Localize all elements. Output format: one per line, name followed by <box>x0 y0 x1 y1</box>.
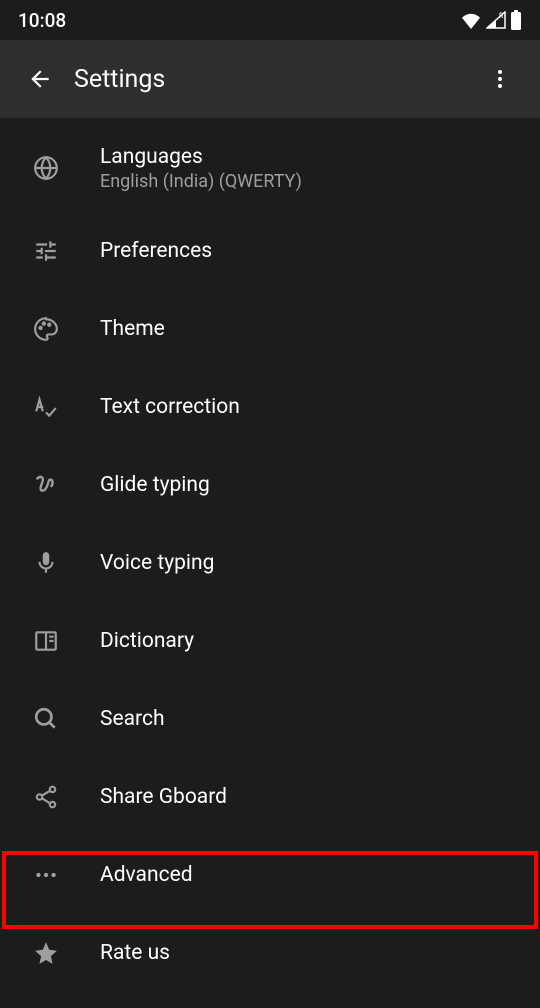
list-item-dictionary[interactable]: Dictionary <box>0 602 540 680</box>
app-bar: Settings <box>0 40 540 118</box>
palette-icon <box>32 315 60 343</box>
book-icon <box>32 627 60 655</box>
item-title: Glide typing <box>100 473 210 497</box>
item-title: Rate us <box>100 941 170 965</box>
list-item-advanced[interactable]: Advanced <box>0 836 540 914</box>
item-title: Dictionary <box>100 629 194 653</box>
app-bar-title: Settings <box>74 65 476 94</box>
list-item-text-correction[interactable]: Text correction <box>0 368 540 446</box>
mic-icon <box>32 549 60 577</box>
wifi-icon <box>460 11 482 29</box>
item-title: Preferences <box>100 239 212 263</box>
more-horizontal-icon <box>32 861 60 889</box>
item-title: Voice typing <box>100 551 214 575</box>
status-icons: R <box>460 10 522 30</box>
item-title: Text correction <box>100 395 240 419</box>
battery-icon <box>510 10 522 30</box>
item-title: Advanced <box>100 863 193 887</box>
item-title: Theme <box>100 317 165 341</box>
item-title: Languages <box>100 145 302 169</box>
item-title: Search <box>100 707 165 731</box>
list-item-search[interactable]: Search <box>0 680 540 758</box>
back-button[interactable] <box>16 55 64 103</box>
list-item-theme[interactable]: Theme <box>0 290 540 368</box>
text-check-icon <box>32 393 60 421</box>
search-icon <box>32 705 60 733</box>
list-item-rate-us[interactable]: Rate us <box>0 914 540 992</box>
settings-list: Languages English (India) (QWERTY) Prefe… <box>0 118 540 992</box>
list-item-voice-typing[interactable]: Voice typing <box>0 524 540 602</box>
sliders-icon <box>32 237 60 265</box>
signal-icon: R <box>486 11 506 29</box>
list-item-preferences[interactable]: Preferences <box>0 212 540 290</box>
gesture-icon <box>32 471 60 499</box>
list-item-languages[interactable]: Languages English (India) (QWERTY) <box>0 124 540 212</box>
svg-text:R: R <box>499 12 504 20</box>
overflow-menu-button[interactable] <box>476 55 524 103</box>
status-time: 10:08 <box>18 9 66 32</box>
globe-icon <box>32 154 60 182</box>
list-item-share-gboard[interactable]: Share Gboard <box>0 758 540 836</box>
list-item-glide-typing[interactable]: Glide typing <box>0 446 540 524</box>
item-title: Share Gboard <box>100 785 227 809</box>
star-icon <box>32 939 60 967</box>
status-bar: 10:08 R <box>0 0 540 40</box>
item-subtitle: English (India) (QWERTY) <box>100 171 302 192</box>
share-icon <box>32 783 60 811</box>
